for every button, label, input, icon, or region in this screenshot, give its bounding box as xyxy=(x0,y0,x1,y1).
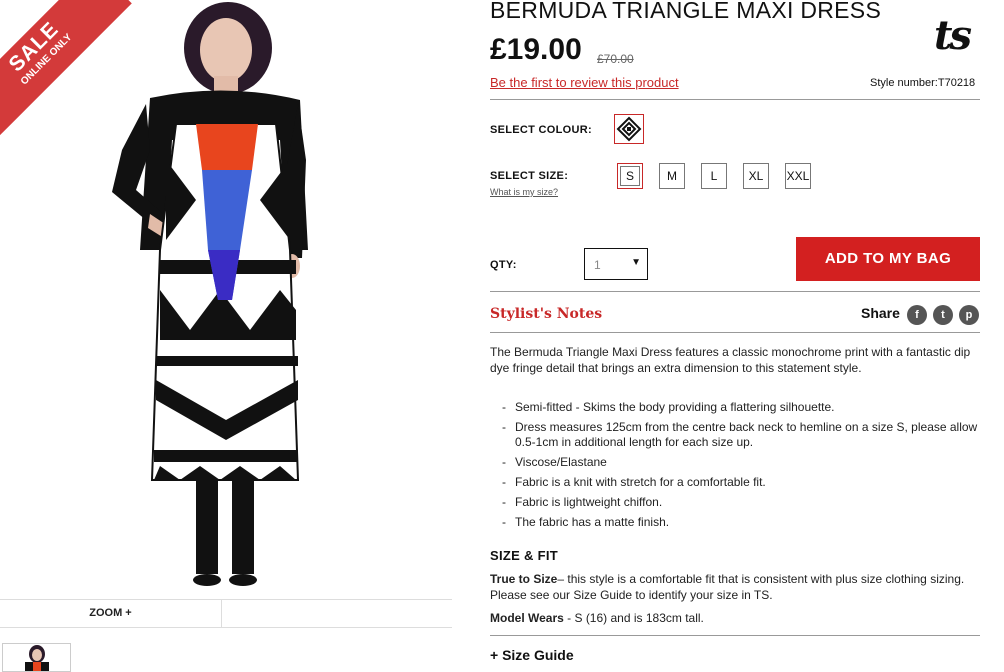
size-label: SELECT SIZE: xyxy=(490,170,569,182)
size-help-link[interactable]: What is my size? xyxy=(490,187,558,197)
share-label: Share xyxy=(861,305,900,321)
product-description: The Bermuda Triangle Maxi Dress features… xyxy=(490,345,971,375)
thumbnail-photo xyxy=(25,645,49,671)
size-fit-text: True to Size– this style is a comfortabl… xyxy=(490,571,982,603)
pinterest-icon[interactable]: p xyxy=(959,305,979,325)
review-link[interactable]: Be the first to review this product xyxy=(490,75,679,90)
divider xyxy=(490,332,980,333)
brand-logo[interactable]: ts xyxy=(934,12,972,59)
stylist-notes-heading: Stylist's Notes xyxy=(490,306,603,322)
list-item: Fabric is a knit with stretch for a comf… xyxy=(500,475,985,490)
list-item: The fabric has a matte finish. xyxy=(500,515,985,530)
divider xyxy=(490,635,980,636)
gallery-controls: ZOOM + xyxy=(0,599,452,628)
size-option-l[interactable]: L xyxy=(701,163,727,189)
feature-list: Semi-fitted - Skims the body providing a… xyxy=(500,400,985,535)
model-wears: Model Wears - S (16) and is 183cm tall. xyxy=(490,611,704,625)
dropdown-arrow-icon: ▼ xyxy=(631,257,641,268)
list-item: Fabric is lightweight chiffon. xyxy=(500,495,985,510)
original-price: £70.00 xyxy=(597,52,634,66)
model-wears-label: Model Wears xyxy=(490,611,564,625)
size-option-m[interactable]: M xyxy=(659,163,685,189)
twitter-icon[interactable]: t xyxy=(933,305,953,325)
colour-label: SELECT COLOUR: xyxy=(490,124,592,136)
list-item: Semi-fitted - Skims the body providing a… xyxy=(500,400,985,415)
size-fit-heading: SIZE & FIT xyxy=(490,548,558,563)
size-guide-toggle[interactable]: + Size Guide xyxy=(490,647,574,663)
list-item: Dress measures 125cm from the centre bac… xyxy=(500,420,985,450)
model-photo xyxy=(112,2,308,586)
print-pattern-icon xyxy=(616,116,642,142)
product-image[interactable]: SALE ONLINE ONLY xyxy=(0,0,452,600)
list-item: Viscose/Elastane xyxy=(500,455,985,470)
size-option-xl[interactable]: XL xyxy=(743,163,769,189)
facebook-icon[interactable]: f xyxy=(907,305,927,325)
product-title: BERMUDA TRIANGLE MAXI DRESS xyxy=(490,0,882,23)
model-wears-text: - S (16) and is 183cm tall. xyxy=(563,611,704,625)
thumbnail-image[interactable] xyxy=(2,643,71,672)
colour-swatch[interactable] xyxy=(614,114,644,144)
product-price: £19.00 xyxy=(490,33,582,66)
size-option-xxl[interactable]: XXL xyxy=(785,163,811,189)
divider xyxy=(490,99,980,100)
size-option-s[interactable]: S xyxy=(617,163,643,189)
add-to-bag-button[interactable]: ADD TO MY BAG xyxy=(796,237,980,281)
zoom-button[interactable]: ZOOM + xyxy=(0,600,222,627)
qty-select[interactable]: 1 ▼ xyxy=(584,248,648,280)
style-number: Style number:T70218 xyxy=(870,77,976,89)
true-to-size-text: – this style is a comfortable fit that i… xyxy=(490,572,965,602)
divider xyxy=(490,291,980,292)
qty-value: 1 xyxy=(594,258,601,272)
qty-label: QTY: xyxy=(490,259,517,271)
true-to-size-label: True to Size xyxy=(490,572,558,586)
